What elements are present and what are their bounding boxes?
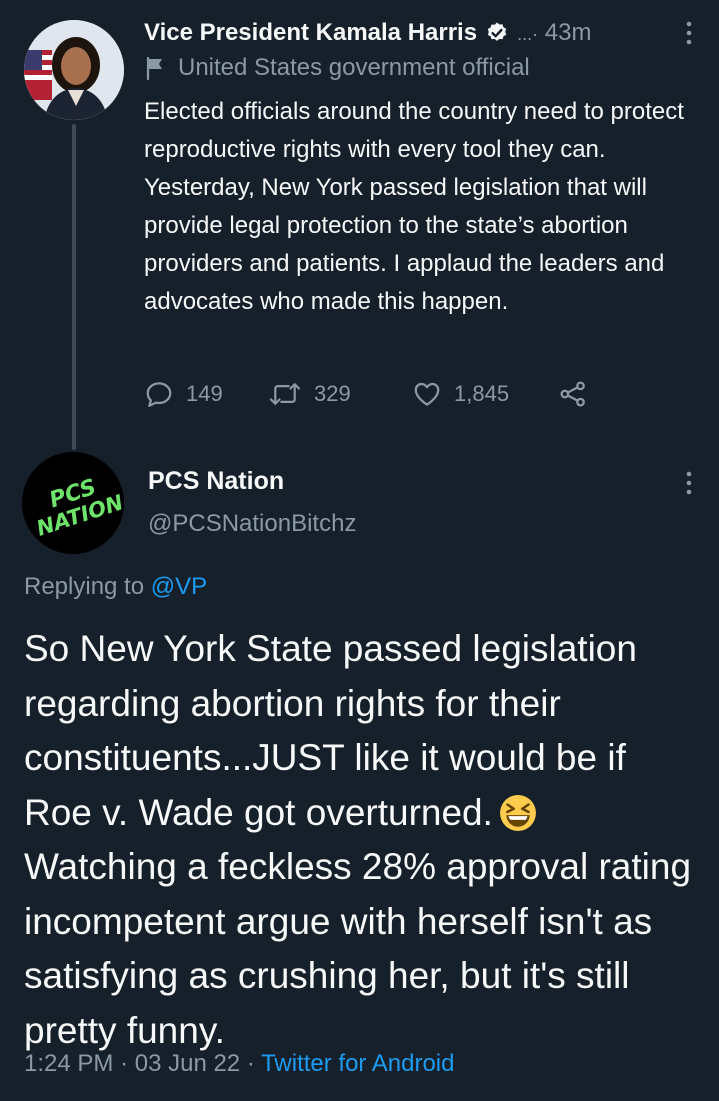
share-button[interactable] [558,379,600,409]
retweet-count: 329 [314,381,351,406]
author-avatar-vp[interactable] [24,20,124,120]
more-vertical-icon[interactable] [677,16,701,50]
pcs-nation-logo: PCS NATION [22,452,124,554]
heart-icon [414,382,440,406]
verified-badge-icon [487,22,507,41]
author-name[interactable]: PCS Nation [148,467,284,496]
replying-to-line: Replying to @VP [24,573,208,600]
thread-connector-line [72,124,76,450]
replying-to-handle-link[interactable]: @VP [151,573,207,600]
reply-button[interactable]: 149 [144,379,268,409]
tweet1-body-text: Elected officials around the country nee… [144,98,684,315]
reply-icon [146,382,172,407]
reply-count: 149 [186,381,223,406]
tweet-timestamp[interactable]: ...· 43m [517,19,591,47]
tweet-date[interactable]: 03 Jun 22 [135,1050,240,1077]
retweet-button[interactable]: 329 [268,379,412,409]
tweet1-header: Vice President Kamala Harris ...· 43m [144,16,701,50]
grinning-squinting-face-emoji [499,794,536,831]
author-name[interactable]: Vice President Kamala Harris [144,19,477,47]
author-avatar-pcs-nation[interactable]: PCS NATION [22,452,124,554]
more-vertical-icon[interactable] [677,466,701,500]
like-count: 1,845 [454,381,510,406]
tweet-time[interactable]: 1:24 PM [24,1050,113,1077]
government-official-label[interactable]: United States government official [144,54,530,82]
share-icon [560,381,585,407]
tweet2-metadata: 1:24 PM · 03 Jun 22 · Twitter for Androi… [24,1050,455,1077]
author-handle[interactable]: @PCSNationBitchz [148,510,356,538]
avatar-photo [24,20,124,120]
tweet1-action-bar: 149 329 1,845 [144,374,600,414]
tweet2-body-text: So New York State passed legislation reg… [24,628,692,1051]
retweet-icon [269,383,301,405]
tweet-source-link[interactable]: Twitter for Android [261,1050,454,1077]
like-button[interactable]: 1,845 [412,379,558,409]
flag-icon [146,56,162,80]
